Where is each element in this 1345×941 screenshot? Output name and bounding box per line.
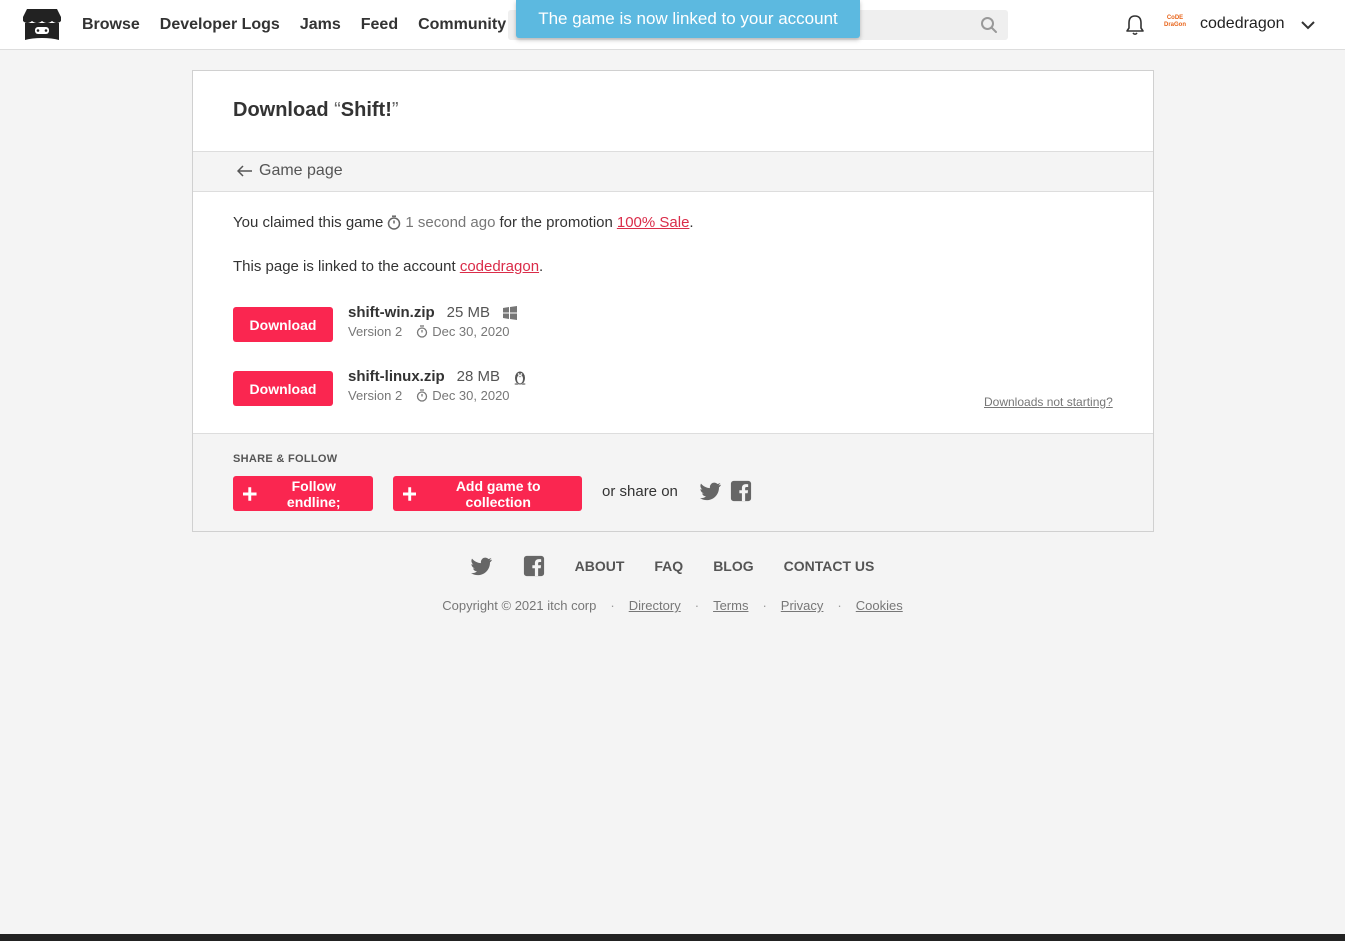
linked-account-message: This page is linked to the account coded… [233, 258, 543, 275]
file-info: shift-win.zip 25 MB [348, 304, 518, 321]
privacy-link[interactable]: Privacy [781, 598, 824, 613]
nav-browse[interactable]: Browse [82, 16, 140, 34]
nav-feed[interactable]: Feed [361, 16, 398, 34]
file-name: shift-linux.zip [348, 368, 445, 385]
windows-icon [503, 305, 518, 320]
claim-time-text: 1 second ago [405, 214, 496, 231]
game-name: Shift! [340, 99, 392, 121]
separator-dot: · [837, 598, 842, 613]
stopwatch-icon [417, 325, 428, 338]
download-button[interactable]: Download [233, 307, 333, 342]
bottom-edge-bar [0, 934, 1345, 941]
add-to-collection-button[interactable]: Add game to collection [393, 476, 582, 511]
share-on-label: or share on [602, 483, 678, 500]
username-label[interactable]: codedragon [1200, 15, 1285, 33]
footer-links: ABOUT FAQ BLOG CONTACT US [0, 555, 1345, 577]
game-page-label: Game page [259, 162, 343, 179]
facebook-icon[interactable] [730, 480, 752, 502]
downloads-not-starting-link[interactable]: Downloads not starting? [984, 395, 1113, 409]
file-version: Version 2 [348, 324, 403, 339]
stopwatch-icon [417, 389, 428, 402]
open-quote: “ [334, 99, 341, 121]
cookies-link[interactable]: Cookies [856, 598, 903, 613]
file-date-text: Dec 30, 2020 [432, 324, 510, 339]
plus-icon [403, 486, 417, 501]
notifications-bell-icon[interactable] [1125, 14, 1145, 36]
directory-link[interactable]: Directory [629, 598, 681, 613]
claim-prefix: You claimed this game [233, 214, 384, 231]
separator-dot: · [610, 598, 615, 613]
download-card: Download “Shift!” Game page You claimed … [192, 70, 1154, 532]
terms-link[interactable]: Terms [713, 598, 748, 613]
nav-developer-logs[interactable]: Developer Logs [160, 16, 280, 34]
file-size: 25 MB [446, 304, 491, 321]
linked-prefix: This page is linked to the account [233, 258, 456, 275]
main-nav: Browse Developer Logs Jams Feed Communit… [82, 0, 506, 50]
account-link[interactable]: codedragon [460, 258, 539, 275]
claim-middle: for the promotion [499, 214, 613, 231]
footer-blog-link[interactable]: BLOG [713, 558, 753, 574]
download-row: Download shift-win.zip 25 MB Version 2 D… [233, 304, 933, 347]
claim-message: You claimed this game 1 second ago for t… [233, 214, 694, 231]
search-icon[interactable] [980, 16, 998, 34]
twitter-icon[interactable] [700, 480, 722, 502]
card-header: Download “Shift!” [193, 71, 1153, 152]
chevron-down-icon[interactable] [1300, 17, 1316, 33]
follow-button[interactable]: Follow endline; [233, 476, 373, 511]
footer-legal: Copyright © 2021 itch corp · Directory ·… [0, 598, 1345, 613]
separator-dot: · [762, 598, 767, 613]
footer-about-link[interactable]: ABOUT [575, 558, 625, 574]
footer-faq-link[interactable]: FAQ [654, 558, 683, 574]
title-prefix: Download [233, 99, 335, 121]
close-quote: ” [391, 99, 399, 121]
plus-icon [243, 486, 257, 501]
itch-logo-icon[interactable] [22, 7, 62, 43]
share-follow-section: SHARE & FOLLOW Follow endline; Add game … [193, 433, 1153, 531]
linux-icon [514, 371, 526, 385]
claim-time: 1 second ago [387, 214, 495, 231]
claim-suffix: . [689, 214, 694, 231]
copyright: Copyright © 2021 itch corp [442, 598, 597, 613]
linked-suffix: . [539, 258, 544, 275]
separator-dot: · [694, 598, 700, 613]
share-title: SHARE & FOLLOW [233, 453, 338, 465]
user-avatar[interactable]: CoDE DraGon [1162, 15, 1188, 35]
footer-contact-link[interactable]: CONTACT US [784, 558, 875, 574]
linked-toast: The game is now linked to your account [516, 0, 860, 38]
file-date: Dec 30, 2020 [416, 388, 510, 403]
follow-label: Follow endline; [286, 477, 341, 510]
collection-label: Add game to collection [455, 477, 541, 510]
file-name: shift-win.zip [348, 304, 435, 321]
page-title: Download “Shift!” [233, 99, 399, 122]
nav-community[interactable]: Community [418, 16, 506, 34]
facebook-icon[interactable] [523, 555, 545, 577]
file-meta: Version 2 Dec 30, 2020 [348, 388, 510, 403]
download-row: Download shift-linux.zip 28 MB Version 2 [233, 368, 933, 411]
nav-jams[interactable]: Jams [300, 16, 341, 34]
file-size: 28 MB [456, 368, 501, 385]
back-bar: Game page [193, 152, 1153, 192]
arrow-left-icon [237, 165, 252, 177]
promotion-link[interactable]: 100% Sale [617, 214, 690, 231]
file-date: Dec 30, 2020 [416, 324, 510, 339]
file-date-text: Dec 30, 2020 [432, 388, 510, 403]
top-navbar: Browse Developer Logs Jams Feed Communit… [0, 0, 1345, 50]
file-info: shift-linux.zip 28 MB [348, 368, 528, 385]
file-meta: Version 2 Dec 30, 2020 [348, 324, 510, 339]
file-version: Version 2 [348, 388, 403, 403]
download-button[interactable]: Download [233, 371, 333, 406]
twitter-icon[interactable] [470, 555, 493, 577]
game-page-link[interactable]: Game page [237, 162, 343, 180]
stopwatch-icon [388, 215, 401, 230]
